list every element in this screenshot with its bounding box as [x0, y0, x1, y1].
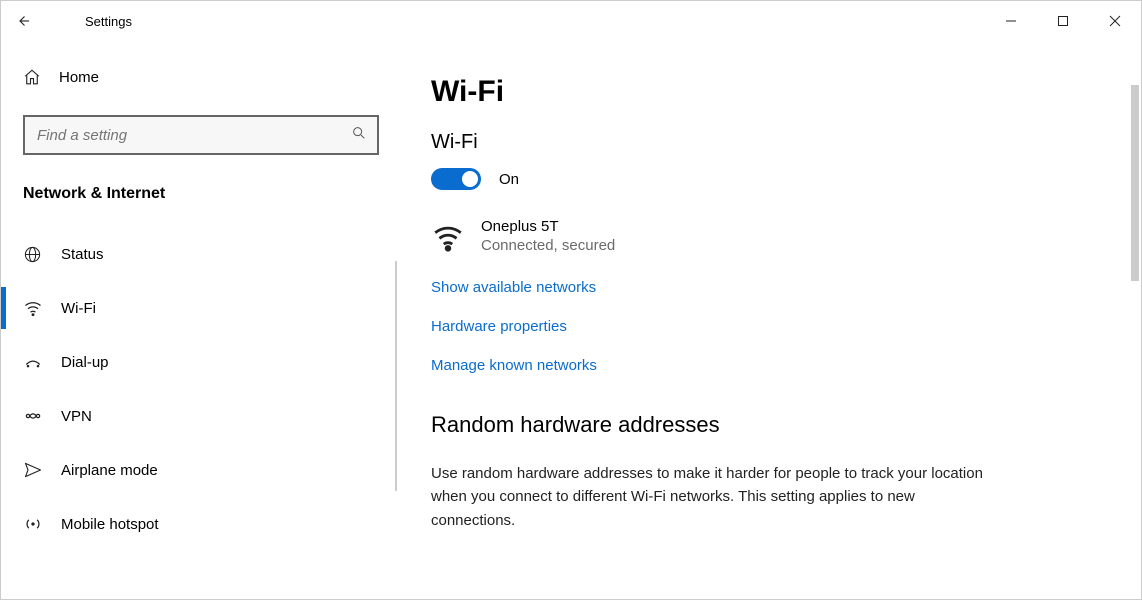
connection-status: Connected, secured [481, 237, 615, 254]
sidebar-item-airplane[interactable]: Airplane mode [1, 443, 397, 497]
link-show-networks[interactable]: Show available networks [431, 279, 1101, 296]
maximize-button[interactable] [1037, 1, 1089, 41]
close-button[interactable] [1089, 1, 1141, 41]
dialup-icon [23, 352, 51, 372]
sidebar-item-dialup[interactable]: Dial-up [1, 335, 397, 389]
sidebar-home[interactable]: Home [1, 53, 397, 101]
minimize-button[interactable] [985, 1, 1037, 41]
sidebar-section-heading: Network & Internet [23, 185, 397, 203]
link-hardware-properties[interactable]: Hardware properties [431, 318, 1101, 335]
sidebar-item-status[interactable]: Status [1, 227, 397, 281]
window-controls [985, 1, 1141, 41]
wifi-icon [23, 298, 51, 318]
sidebar-item-label: Airplane mode [61, 462, 158, 479]
link-manage-known[interactable]: Manage known networks [431, 357, 1101, 374]
random-hw-heading: Random hardware addresses [431, 412, 1101, 438]
sidebar-item-label: Dial-up [61, 354, 109, 371]
toggle-knob [462, 171, 478, 187]
vpn-icon [23, 406, 51, 426]
sidebar-item-label: Mobile hotspot [61, 516, 159, 533]
sidebar-item-wifi[interactable]: Wi-Fi [1, 281, 397, 335]
sidebar-home-label: Home [59, 69, 99, 86]
wifi-toggle-row: On [431, 168, 1101, 190]
page-title: Wi-Fi [431, 75, 1101, 109]
sidebar-item-label: Wi-Fi [61, 300, 96, 317]
sidebar-item-label: VPN [61, 408, 92, 425]
wifi-toggle[interactable] [431, 168, 481, 190]
search-icon [351, 125, 367, 146]
current-connection[interactable]: Oneplus 5T Connected, secured [431, 218, 1101, 259]
main-content: Wi-Fi Wi-Fi On Oneplus 5T Connected, sec… [397, 41, 1141, 599]
globe-icon [23, 245, 51, 264]
window-title: Settings [85, 14, 132, 29]
connection-name: Oneplus 5T [481, 218, 615, 235]
search-box[interactable] [23, 115, 379, 155]
wifi-toggle-state: On [499, 171, 519, 188]
wifi-section-label: Wi-Fi [431, 131, 1101, 154]
search-input[interactable] [35, 126, 351, 145]
arrow-left-icon [14, 12, 32, 30]
back-button[interactable] [1, 1, 45, 41]
wifi-signal-icon [431, 220, 469, 259]
minimize-icon [1005, 15, 1017, 27]
titlebar: Settings [1, 1, 1141, 41]
random-hw-body: Use random hardware addresses to make it… [431, 462, 991, 532]
maximize-icon [1057, 15, 1069, 27]
hotspot-icon [23, 514, 51, 534]
sidebar-item-vpn[interactable]: VPN [1, 389, 397, 443]
sidebar-item-hotspot[interactable]: Mobile hotspot [1, 497, 397, 551]
sidebar: Home Network & Internet Status [1, 41, 397, 599]
sidebar-item-label: Status [61, 246, 104, 263]
close-icon [1109, 15, 1121, 27]
airplane-icon [23, 460, 51, 480]
main-scrollbar[interactable] [1131, 85, 1139, 281]
sidebar-nav: Status Wi-Fi Dial-up [1, 227, 397, 551]
home-icon [23, 68, 51, 86]
